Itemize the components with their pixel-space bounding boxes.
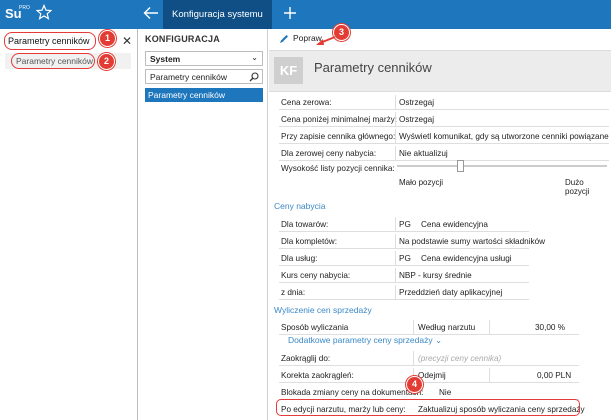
field-label: Przy zapisie cennika głównego: [281, 132, 396, 141]
field-code: PG [399, 220, 411, 229]
clear-search-icon[interactable]: ✕ [122, 34, 132, 48]
back-arrow-icon[interactable] [143, 6, 159, 20]
left-search-pane: Parametry cenników ✕ 1 Parametry cennikó… [0, 29, 138, 420]
field-value: Ostrzegaj [399, 98, 435, 107]
slider-max-label: Dużo pozycji [565, 178, 590, 196]
divider [395, 129, 396, 143]
field-label: Blokada zmiany ceny na dokumentach: [281, 388, 424, 397]
dodatkowe-parametry-link[interactable]: Dodatkowe parametry ceny sprzedaży ⌄ [288, 335, 442, 346]
field-korekta-zaokraglen[interactable]: Korekta zaokrągleń: Odejmij 0,00 PLN [279, 368, 579, 383]
field-sposob-wyliczania[interactable]: Sposób wyliczania Według narzutu 30,00 % [279, 320, 579, 335]
list-height-slider[interactable]: Wysokość listy pozycji cennika: Mało poz… [279, 156, 609, 196]
field-label: Dla kompletów: [281, 237, 337, 246]
field-label: Korekta zaokrągleń: [281, 371, 354, 380]
field-label: Sposób wyliczania [281, 323, 349, 332]
config-title: KONFIGURACJA [145, 34, 220, 44]
tab-konfiguracja-systemu[interactable]: Konfiguracja systemu [163, 0, 272, 29]
highlight-result [11, 53, 95, 69]
field-cena-zerowa[interactable]: Cena zerowa: Ostrzegaj [279, 95, 609, 110]
chevron-down-icon: ⌄ [251, 53, 258, 62]
section-wyliczenie-cen: Wyliczenie cen sprzedaży [274, 305, 372, 315]
page-badge: KF [274, 57, 303, 84]
config-search-input[interactable]: Parametry cenników [145, 69, 263, 84]
favorites-star-icon[interactable] [36, 4, 52, 20]
field-value: Cena ewidencyjna [421, 220, 488, 229]
field-label: Dla towarów: [281, 220, 329, 229]
field-value: Na podstawie sumy wartości składników [399, 237, 546, 246]
logo-superscript: PRO [19, 5, 30, 11]
field-label: Kurs ceny nabycia: [281, 271, 351, 280]
new-tab-plus-icon[interactable] [283, 6, 297, 20]
field-zapis-cennika[interactable]: Przy zapisie cennika głównego: Wyświetl … [279, 129, 609, 144]
divider [395, 234, 396, 248]
field-placeholder: (precyzji ceny cennika) [418, 354, 502, 363]
field-value: Wyświetl komunikat, gdy są utworzone cen… [399, 132, 609, 141]
chevron-down-icon: ⌄ [434, 335, 443, 345]
field-code: PG [399, 254, 411, 263]
field-label: Zaokrąglij do: [281, 354, 331, 363]
divider [489, 368, 490, 382]
field-value: 0,00 PLN [537, 371, 572, 380]
top-bar: Su PRO Konfiguracja systemu [0, 0, 611, 29]
highlight-search [4, 32, 96, 50]
divider [395, 112, 396, 126]
search-icon[interactable] [249, 72, 259, 82]
divider [395, 217, 396, 231]
field-value: Ostrzegaj [399, 115, 435, 124]
divider [395, 285, 396, 299]
main-panel: Popraw 3 KF Parametry cenników Cena zero… [269, 24, 611, 420]
divider [395, 268, 396, 282]
slider-track[interactable] [397, 165, 607, 167]
field-percent: 30,00 % [535, 323, 566, 332]
field-dla-uslug[interactable]: Dla usług: PG Cena ewidencyjna usługi [279, 251, 529, 266]
callout-badge-4: 4 [406, 376, 423, 393]
field-label: Cena zerowa: [281, 98, 332, 107]
field-value: Według narzutu [418, 323, 476, 332]
slider-thumb[interactable] [457, 160, 464, 172]
divider [413, 320, 414, 334]
config-scope-value: System [150, 54, 181, 64]
field-kurs-ceny-nabycia[interactable]: Kurs ceny nabycia: NBP - kursy średnie [279, 268, 529, 283]
field-mode: Odejmij [418, 371, 446, 380]
field-value: NBP - kursy średnie [399, 271, 472, 280]
slider-label: Wysokość listy pozycji cennika: [281, 164, 395, 173]
field-dla-kompletow[interactable]: Dla kompletów: Na podstawie sumy wartośc… [279, 234, 545, 249]
divider [413, 351, 414, 365]
divider [489, 320, 490, 334]
app-window: Su PRO Konfiguracja systemu Parametry cen… [0, 0, 611, 420]
config-scope-select[interactable]: System ⌄ [145, 51, 263, 66]
field-zaokraglij-do[interactable]: Zaokrąglij do: (precyzji ceny cennika) [279, 351, 579, 366]
field-value: Przeddzień daty aplikacyjnej [399, 288, 503, 297]
divider [395, 251, 396, 265]
divider [395, 95, 396, 109]
pencil-icon[interactable] [279, 34, 289, 44]
field-value: Nie [439, 388, 452, 397]
configuration-pane: KONFIGURACJA System ⌄ Parametry cenników… [139, 29, 268, 420]
field-z-dnia[interactable]: z dnia: Przeddzień daty aplikacyjnej [279, 285, 529, 300]
config-tree-item-selected[interactable]: Parametry cenników [145, 88, 263, 102]
highlight-po-edycji [276, 399, 580, 416]
config-tree-item-label: Parametry cenników [148, 90, 226, 100]
slider-min-label: Mało pozycji [399, 178, 444, 187]
config-search-value: Parametry cenników [150, 72, 228, 82]
callout-badge-1: 1 [99, 30, 116, 47]
app-logo[interactable]: Su PRO [5, 3, 30, 25]
field-cena-ponizej-marzy[interactable]: Cena poniżej minimalnej marży: Ostrzegaj [279, 112, 609, 127]
field-label: Dla usług: [281, 254, 318, 263]
field-blokada-zmiany-ceny[interactable]: Blokada zmiany ceny na dokumentach: Nie [279, 385, 579, 400]
section-ceny-nabycia: Ceny nabycia [274, 201, 326, 211]
page-header: KF Parametry cenników [269, 50, 611, 92]
page-title: Parametry cenników [314, 60, 432, 75]
field-value: Cena ewidencyjna usługi [421, 254, 512, 263]
callout-arrow [316, 36, 336, 45]
callout-badge-2: 2 [98, 53, 115, 70]
field-dla-towarow[interactable]: Dla towarów: PG Cena ewidencyjna [279, 217, 529, 232]
field-label: Cena poniżej minimalnej marży: [281, 115, 398, 124]
dodatkowe-parametry-label: Dodatkowe parametry ceny sprzedaży [288, 335, 433, 345]
field-label: z dnia: [281, 288, 306, 297]
